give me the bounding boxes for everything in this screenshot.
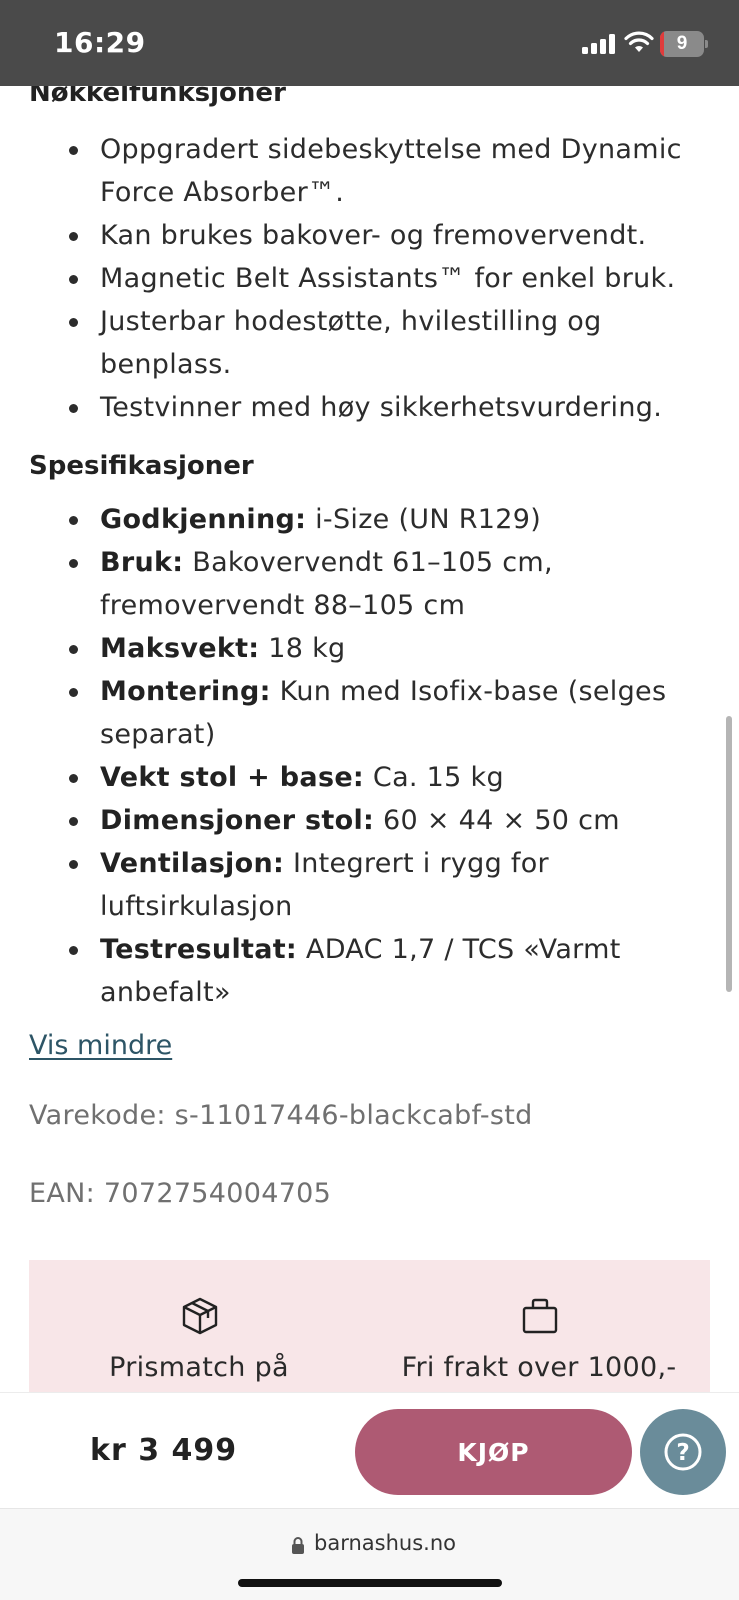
lock-icon [292, 1537, 304, 1554]
shopping-bag-icon [522, 1298, 558, 1334]
features-list: Oppgradert sidebeskyttelse med Dynamic Fo… [0, 128, 739, 429]
spec-item: Godkjenning: i-Size (UN R129) [0, 498, 739, 541]
spec-label: Godkjenning: [100, 504, 307, 535]
bullet-icon [69, 146, 78, 155]
spec-label: Ventilasjon: [100, 848, 285, 879]
feature-text: Magnetic Belt Assistants™ for enkel bruk… [100, 263, 676, 294]
bullet-icon [69, 232, 78, 241]
bullet-icon [69, 645, 78, 654]
spec-value: fremovervendt 88–105 cm [100, 590, 466, 621]
wifi-icon [624, 31, 654, 52]
product-price: kr 3 499 [90, 1433, 238, 1468]
show-less-link[interactable]: Vis mindre [29, 1030, 172, 1061]
usp-price-match-text: Prismatch på [109, 1352, 289, 1383]
feature-text: Oppgradert sidebeskyttelse med Dynamic [100, 134, 682, 165]
spec-item: Dimensjoner stol: 60 × 44 × 50 cm [0, 799, 739, 842]
specifications-list: Godkjenning: i-Size (UN R129) Bruk: Bakov… [0, 498, 739, 1014]
feature-text: benplass. [100, 349, 232, 380]
usp-price-match: Prismatch på [29, 1260, 369, 1392]
feature-text: Testvinner med høy sikkerhetsvurdering. [100, 392, 663, 423]
spec-value: anbefalt» [100, 977, 231, 1008]
feature-text: Justerbar hodestøtte, hvilestilling og [100, 306, 602, 337]
feature-text: Kan brukes bakover- og fremovervendt. [100, 220, 647, 251]
bullet-icon [69, 817, 78, 826]
bullet-icon [69, 946, 78, 955]
spec-item: Testresultat: ADAC 1,7 / TCS «Varmt anbef… [0, 928, 739, 1014]
bullet-icon [69, 516, 78, 525]
feature-item: Testvinner med høy sikkerhetsvurdering. [0, 386, 739, 429]
package-icon [182, 1297, 218, 1335]
battery-percentage: 9 [676, 33, 688, 54]
bullet-icon [69, 318, 78, 327]
usp-banner: Prismatch på Fri frakt over 1000,- [29, 1260, 710, 1392]
spec-label: Bruk: [100, 547, 184, 578]
spec-label: Dimensjoner stol: [100, 805, 375, 836]
features-heading: Nøkkelfunksjoner [29, 86, 286, 108]
bullet-icon [69, 404, 78, 413]
scrollbar-thumb[interactable] [726, 716, 732, 992]
home-indicator[interactable] [238, 1579, 502, 1587]
spec-value: i-Size (UN R129) [315, 504, 542, 535]
bullet-icon [69, 559, 78, 568]
spec-value: Kun med Isofix-base (selges [279, 676, 667, 707]
feature-item: Magnetic Belt Assistants™ for enkel bruk… [0, 257, 739, 300]
help-icon: ? [664, 1433, 702, 1471]
feature-item: Justerbar hodestøtte, hvilestilling og be… [0, 300, 739, 386]
feature-item: Kan brukes bakover- og fremovervendt. [0, 214, 739, 257]
status-bar: 16:29 9 [0, 0, 739, 86]
spec-label: Vekt stol + base: [100, 762, 365, 793]
buy-bar: kr 3 499 KJØP ? [0, 1392, 739, 1508]
spec-label: Maksvekt: [100, 633, 260, 664]
help-button[interactable]: ? [640, 1409, 726, 1495]
bullet-icon [69, 275, 78, 284]
spec-item: Vekt stol + base: Ca. 15 kg [0, 756, 739, 799]
spec-value: ADAC 1,7 / TCS «Varmt [305, 934, 621, 965]
spec-value: Bakovervendt 61–105 cm, [192, 547, 553, 578]
status-time: 16:29 [54, 26, 146, 59]
battery-icon: 9 [660, 31, 708, 57]
spec-value: luftsirkulasjon [100, 891, 293, 922]
spec-item: Montering: Kun med Isofix-base (selges se… [0, 670, 739, 756]
help-icon-glyph: ? [676, 1440, 689, 1466]
spec-value: 18 kg [268, 633, 346, 664]
bullet-icon [69, 860, 78, 869]
bullet-icon [69, 688, 78, 697]
product-details[interactable]: Nøkkelfunksjoner Oppgradert sidebeskytte… [0, 86, 739, 1392]
feature-text: Force Absorber™. [100, 177, 345, 208]
spec-value: Integrert i rygg for [292, 848, 549, 879]
spec-value: Ca. 15 kg [372, 762, 504, 793]
browser-address-bar[interactable]: barnashus.no [0, 1508, 739, 1600]
bullet-icon [69, 774, 78, 783]
specifications-heading: Spesifikasjoner [29, 451, 254, 481]
spec-item: Bruk: Bakovervendt 61–105 cm, fremoverven… [0, 541, 739, 627]
cellular-signal-icon [582, 34, 618, 54]
product-ean: EAN: 7072754004705 [29, 1178, 332, 1209]
usp-free-shipping-text: Fri frakt over 1000,- [401, 1352, 677, 1383]
spec-label: Testresultat: [100, 934, 298, 965]
spec-value: separat) [100, 719, 216, 750]
buy-button[interactable]: KJØP [355, 1409, 632, 1495]
spec-value: 60 × 44 × 50 cm [383, 805, 620, 836]
spec-item: Ventilasjon: Integrert i rygg for luftsir… [0, 842, 739, 928]
url-text[interactable]: barnashus.no [314, 1531, 456, 1555]
usp-free-shipping: Fri frakt over 1000,- [369, 1260, 709, 1392]
spec-item: Maksvekt: 18 kg [0, 627, 739, 670]
feature-item: Oppgradert sidebeskyttelse med Dynamic Fo… [0, 128, 739, 214]
spec-label: Montering: [100, 676, 271, 707]
product-sku: Varekode: s-11017446-blackcabf-std [29, 1100, 533, 1131]
